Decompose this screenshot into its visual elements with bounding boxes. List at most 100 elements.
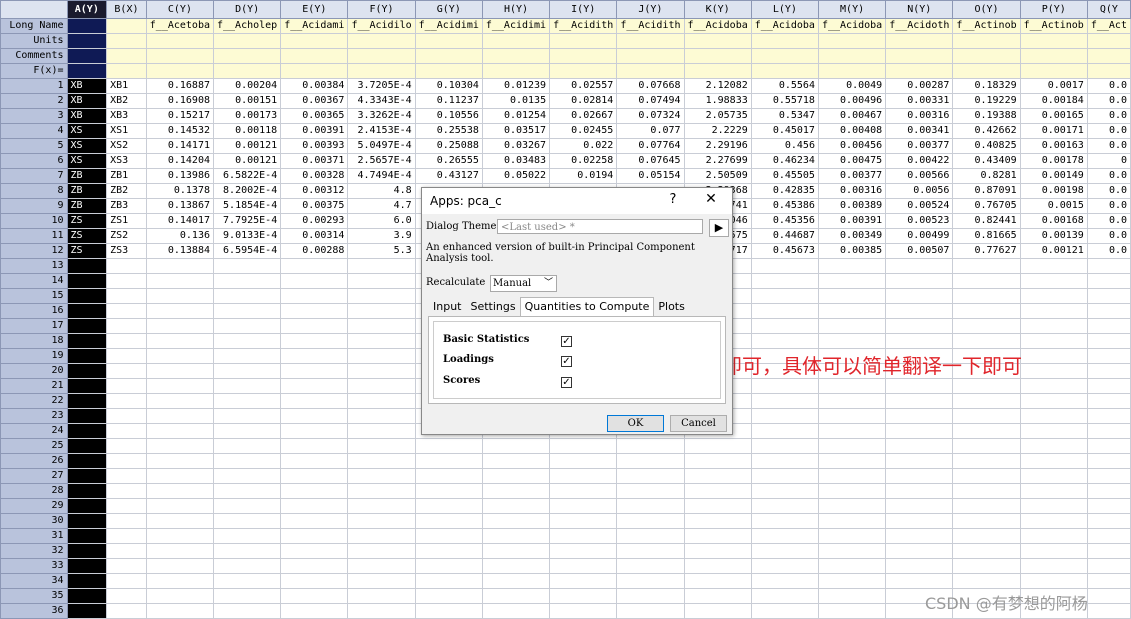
table-cell[interactable] <box>817 603 887 619</box>
table-cell[interactable]: 0.0 <box>1086 93 1131 109</box>
table-cell[interactable]: 0.0 <box>1086 108 1131 124</box>
table-cell[interactable] <box>66 603 108 619</box>
table-cell[interactable] <box>347 453 416 469</box>
table-cell[interactable] <box>106 483 147 499</box>
table-cell[interactable] <box>1086 558 1131 574</box>
table-cell[interactable]: 0.00121 <box>212 153 282 169</box>
row-header[interactable]: 13 <box>0 258 68 274</box>
table-cell[interactable] <box>280 513 349 529</box>
label-cell[interactable] <box>481 63 551 79</box>
table-cell[interactable] <box>145 438 215 454</box>
table-cell[interactable] <box>212 558 282 574</box>
table-cell[interactable] <box>347 333 416 349</box>
table-cell[interactable] <box>1086 258 1131 274</box>
table-cell[interactable]: 5.0497E-4 <box>347 138 416 154</box>
table-cell[interactable] <box>106 588 147 604</box>
table-cell[interactable]: 0.1378 <box>145 183 215 199</box>
table-cell[interactable]: 0.00173 <box>212 108 282 124</box>
table-cell[interactable] <box>347 378 416 394</box>
table-cell[interactable]: 0.00391 <box>280 123 349 139</box>
table-cell[interactable]: ZS <box>66 228 108 244</box>
label-cell[interactable]: f__Acidoba <box>750 18 819 34</box>
table-cell[interactable] <box>750 558 819 574</box>
row-header[interactable]: 20 <box>0 363 68 379</box>
table-cell[interactable] <box>683 483 752 499</box>
table-cell[interactable] <box>347 348 416 364</box>
table-cell[interactable]: 0.00204 <box>212 78 282 94</box>
table-cell[interactable]: 0.13986 <box>145 168 215 184</box>
table-cell[interactable] <box>106 348 147 364</box>
table-cell[interactable] <box>1086 318 1131 334</box>
table-cell[interactable] <box>817 588 887 604</box>
table-cell[interactable] <box>66 468 108 484</box>
table-cell[interactable] <box>145 513 215 529</box>
table-cell[interactable] <box>750 258 819 274</box>
label-cell[interactable] <box>750 48 819 64</box>
table-cell[interactable] <box>145 483 215 499</box>
table-cell[interactable]: 0.0017 <box>1019 78 1088 94</box>
table-cell[interactable] <box>106 303 147 319</box>
table-cell[interactable] <box>616 513 685 529</box>
table-cell[interactable]: 0.00178 <box>1019 153 1088 169</box>
table-cell[interactable] <box>145 558 215 574</box>
table-cell[interactable]: 8.2002E-4 <box>212 183 282 199</box>
table-cell[interactable] <box>66 573 108 589</box>
table-cell[interactable]: ZS <box>66 213 108 229</box>
tab-plots[interactable]: Plots <box>653 297 689 317</box>
table-cell[interactable] <box>66 558 108 574</box>
table-cell[interactable] <box>750 453 819 469</box>
table-cell[interactable] <box>683 588 752 604</box>
table-cell[interactable] <box>750 573 819 589</box>
table-cell[interactable] <box>145 303 215 319</box>
table-cell[interactable]: 6.0 <box>347 213 416 229</box>
table-cell[interactable] <box>212 318 282 334</box>
table-cell[interactable] <box>1086 588 1131 604</box>
table-cell[interactable]: 0.00385 <box>817 243 887 259</box>
label-cell[interactable] <box>66 18 108 34</box>
table-cell[interactable]: 0.07668 <box>616 78 685 94</box>
table-cell[interactable] <box>952 273 1021 289</box>
table-cell[interactable] <box>212 378 282 394</box>
table-cell[interactable]: 0.00384 <box>280 78 349 94</box>
table-cell[interactable] <box>683 528 752 544</box>
label-cell[interactable] <box>106 18 147 34</box>
table-cell[interactable] <box>817 513 887 529</box>
table-cell[interactable] <box>145 288 215 304</box>
table-cell[interactable] <box>145 453 215 469</box>
table-cell[interactable] <box>817 333 887 349</box>
table-cell[interactable]: XB <box>66 108 108 124</box>
close-icon[interactable]: ✕ <box>703 191 719 207</box>
table-cell[interactable] <box>1019 348 1088 364</box>
table-cell[interactable] <box>1019 438 1088 454</box>
table-cell[interactable]: XB1 <box>106 78 147 94</box>
table-cell[interactable] <box>145 378 215 394</box>
option-checkbox[interactable]: ✓ <box>561 336 572 347</box>
table-cell[interactable]: 0.0015 <box>1019 198 1088 214</box>
row-header[interactable]: 11 <box>0 228 68 244</box>
table-cell[interactable] <box>885 543 954 559</box>
table-cell[interactable]: 0.10556 <box>414 108 483 124</box>
table-cell[interactable] <box>1019 333 1088 349</box>
table-cell[interactable]: 0.14171 <box>145 138 215 154</box>
table-cell[interactable] <box>212 453 282 469</box>
table-cell[interactable]: 0.00467 <box>817 108 887 124</box>
table-cell[interactable] <box>885 528 954 544</box>
row-header[interactable]: 14 <box>0 273 68 289</box>
row-header[interactable]: 23 <box>0 408 68 424</box>
table-cell[interactable]: 5.3 <box>347 243 416 259</box>
row-header[interactable]: 15 <box>0 288 68 304</box>
table-cell[interactable] <box>280 348 349 364</box>
table-cell[interactable] <box>347 273 416 289</box>
table-cell[interactable] <box>885 423 954 439</box>
table-cell[interactable]: 4.7 <box>347 198 416 214</box>
table-cell[interactable] <box>885 513 954 529</box>
label-cell[interactable] <box>481 48 551 64</box>
label-cell[interactable]: f__Acidith <box>549 18 618 34</box>
table-cell[interactable] <box>481 528 551 544</box>
table-cell[interactable]: 0.77627 <box>952 243 1021 259</box>
table-cell[interactable]: XB <box>66 93 108 109</box>
table-cell[interactable] <box>817 378 887 394</box>
table-cell[interactable] <box>1086 513 1131 529</box>
table-cell[interactable] <box>885 438 954 454</box>
table-cell[interactable] <box>1086 273 1131 289</box>
